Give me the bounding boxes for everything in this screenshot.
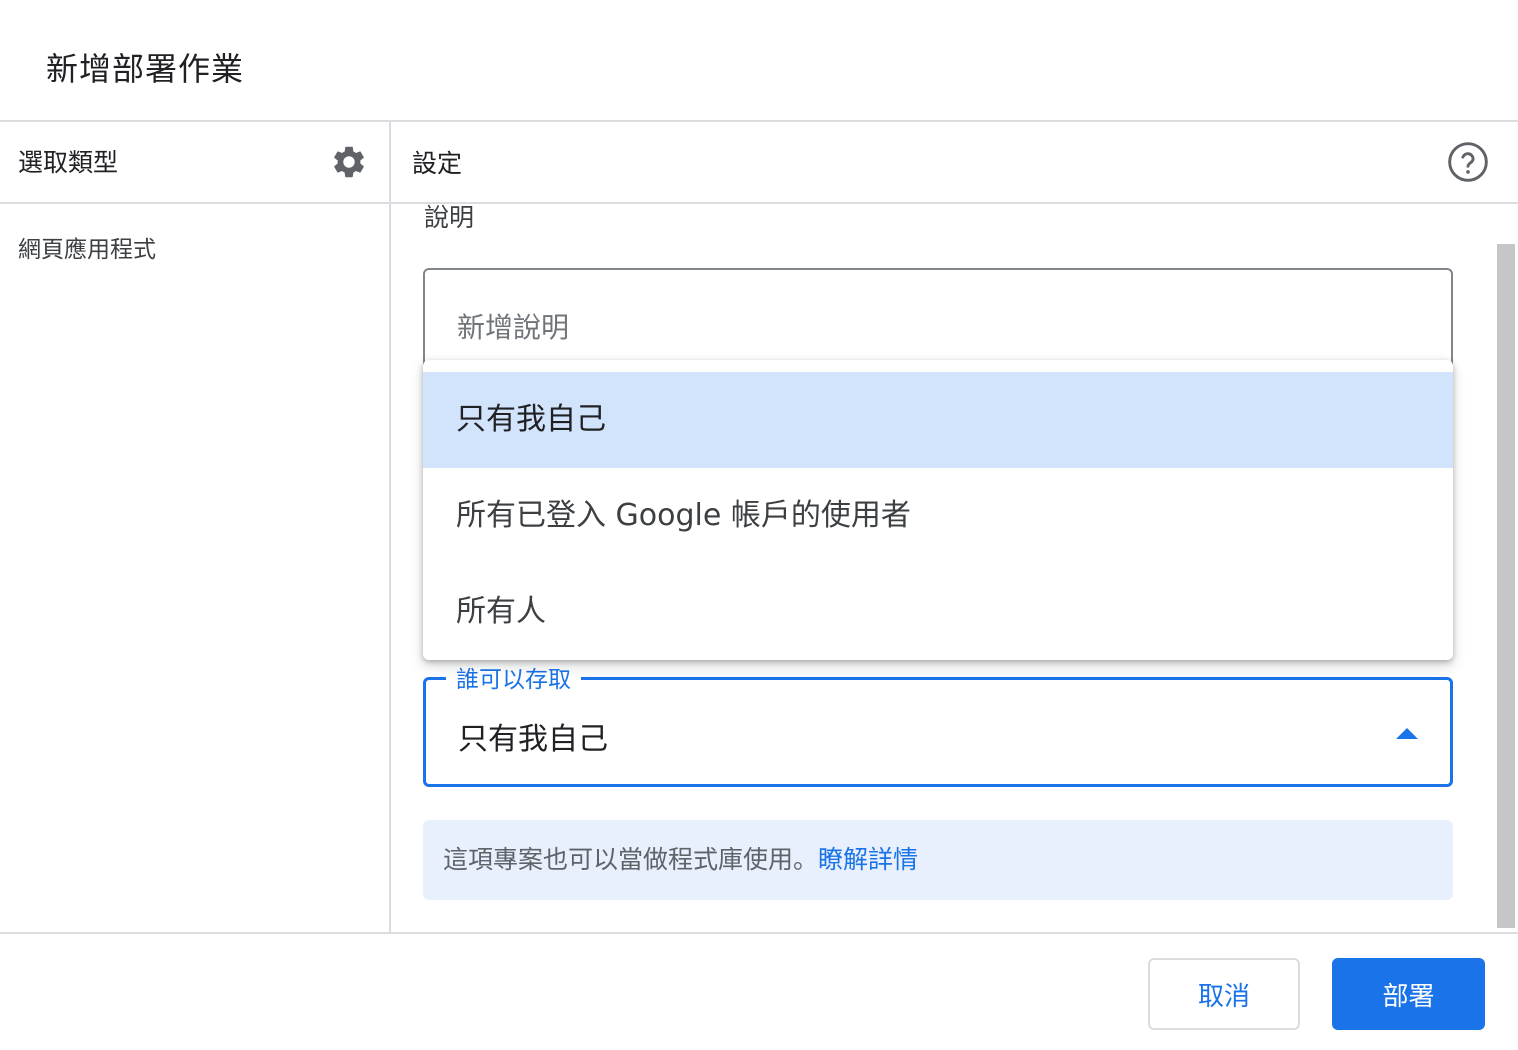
access-label: 誰可以存取 [446,660,581,694]
description-placeholder: 新增說明 [457,311,570,344]
deploy-button[interactable]: 部署 [1332,958,1485,1030]
library-info-box: 這項專案也可以當做程式庫使用。瞭解詳情 [423,820,1453,900]
settings-heading: 設定 [412,149,463,178]
access-selected-value: 只有我自己 [458,722,608,757]
option-anyone[interactable]: 所有人 [423,564,1453,660]
panel-divider [389,120,391,934]
divider [0,120,1518,122]
caret-up-icon[interactable] [1396,728,1418,739]
option-only-me[interactable]: 只有我自己 [423,372,1453,468]
type-item-web-app[interactable]: 網頁應用程式 [18,230,156,264]
new-deployment-dialog: 新增部署作業 選取類型 網頁應用程式 設定 說明 新增說明 誰可以存取 只有我自… [0,0,1518,1050]
access-options-menu: 只有我自己 所有已登入 Google 帳戶的使用者 所有人 [423,360,1453,660]
library-info-text: 這項專案也可以當做程式庫使用。 [443,845,819,874]
cancel-button[interactable]: 取消 [1148,958,1300,1030]
select-type-heading: 選取類型 [18,148,119,177]
gear-icon[interactable] [330,143,368,181]
option-google-users[interactable]: 所有已登入 Google 帳戶的使用者 [423,468,1453,564]
help-circle-icon[interactable] [1446,140,1490,184]
divider [0,932,1518,934]
description-label: 說明 [424,203,475,232]
scrollbar-thumb[interactable] [1497,244,1515,928]
learn-more-link[interactable]: 瞭解詳情 [818,845,918,874]
dialog-title: 新增部署作業 [46,50,245,88]
divider [0,202,1518,204]
